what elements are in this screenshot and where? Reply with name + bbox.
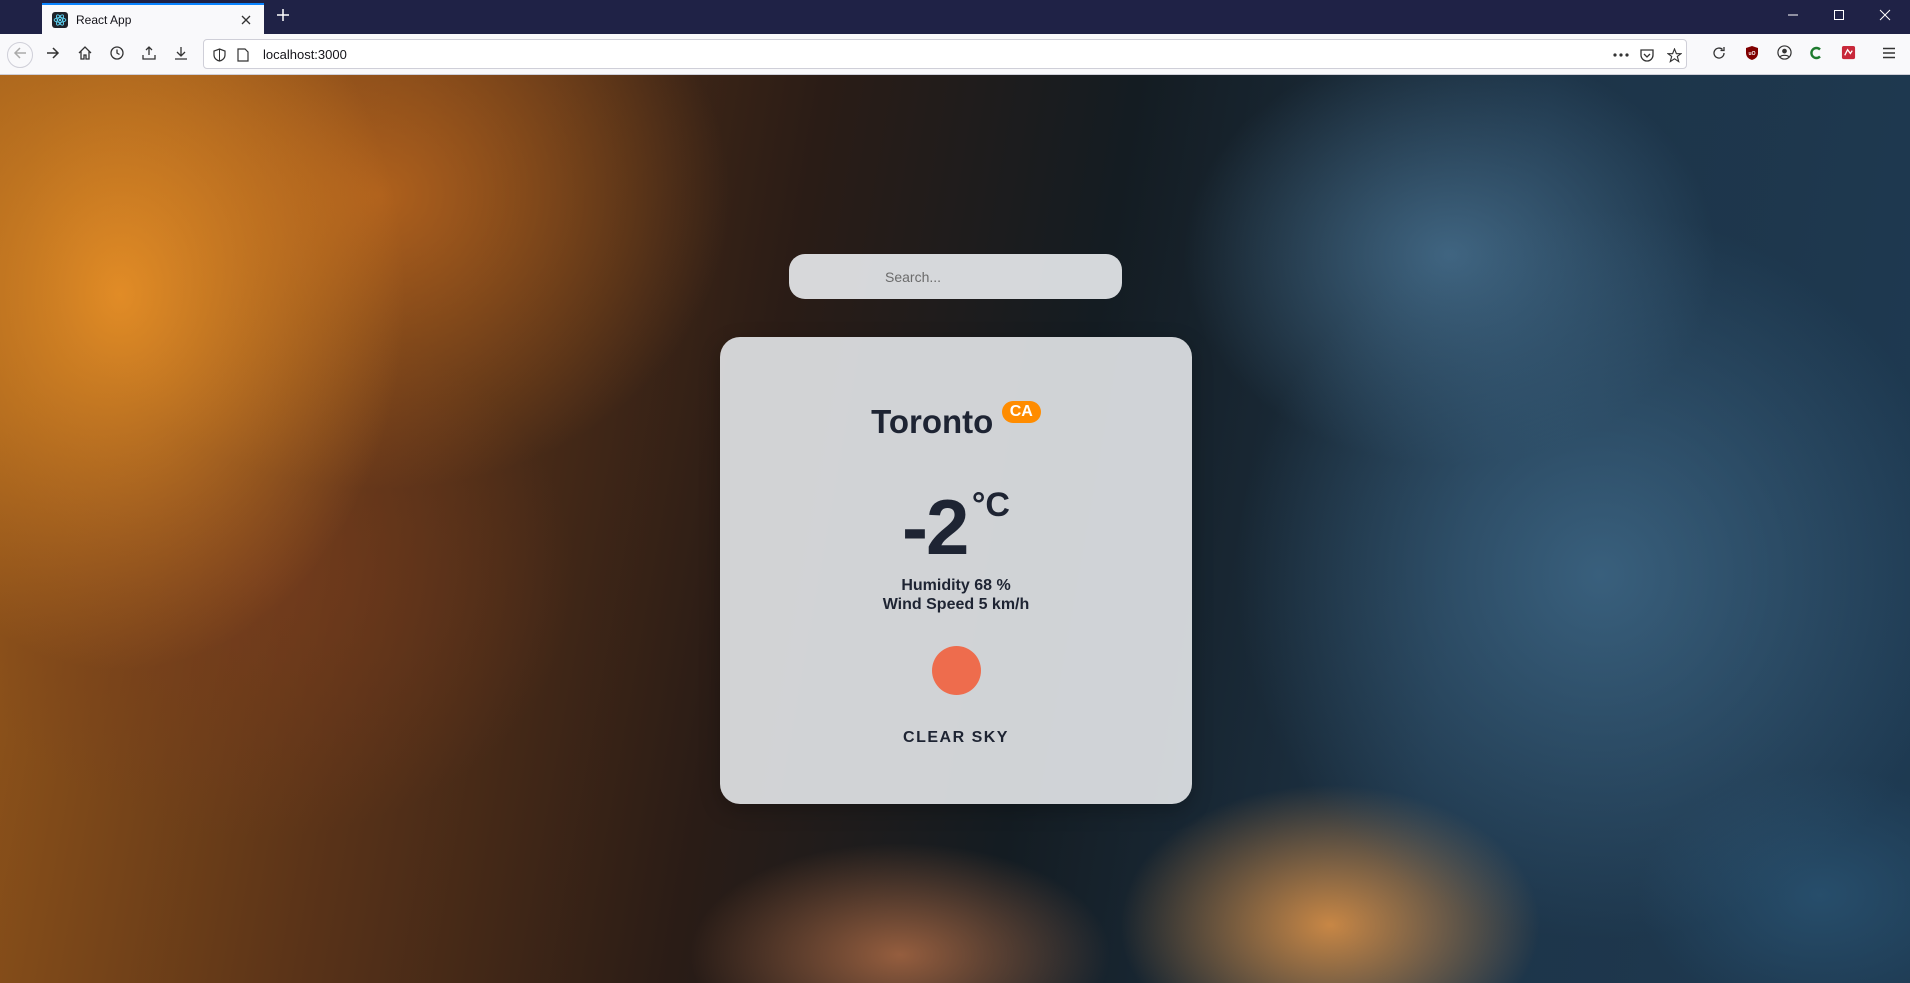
close-icon[interactable] [238, 12, 254, 28]
forward-button[interactable] [40, 42, 66, 68]
page-background: Toronto CA -2 °C Humidity 68 % Wind Spee… [0, 75, 1910, 983]
new-tab-button[interactable] [272, 6, 294, 28]
back-button[interactable] [7, 42, 33, 68]
account-button[interactable] [1771, 42, 1797, 68]
navigation-toolbar: localhost:3000 uO [0, 34, 1910, 75]
downloads-button[interactable] [168, 42, 194, 68]
url-text[interactable]: localhost:3000 [263, 47, 347, 62]
minimize-button[interactable] [1770, 0, 1816, 34]
humidity-text: Humidity 68 % [901, 577, 1011, 594]
minimize-icon [1787, 8, 1799, 26]
reload-button[interactable] [1706, 42, 1732, 68]
library-button[interactable] [136, 42, 162, 68]
weather-card: Toronto CA -2 °C Humidity 68 % Wind Spee… [720, 337, 1192, 804]
account-icon [1776, 45, 1792, 65]
extension-c-icon [1809, 46, 1823, 65]
city-name: Toronto [871, 403, 994, 440]
sun-icon [932, 646, 981, 695]
ublock-icon: uO [1745, 45, 1759, 66]
arrow-right-icon [46, 46, 60, 65]
close-window-icon [1879, 8, 1891, 26]
history-button[interactable] [104, 42, 130, 68]
temperature-unit: °C [971, 486, 1010, 524]
ellipsis-icon[interactable] [1612, 46, 1630, 64]
home-icon [78, 45, 92, 65]
tab-react-app[interactable]: React App [42, 3, 264, 34]
menu-button[interactable] [1876, 42, 1902, 68]
title-bar: React App [0, 0, 1910, 34]
tab-title: React App [76, 12, 132, 27]
country-badge: CA [1001, 401, 1041, 423]
react-icon [52, 11, 68, 28]
search-input[interactable] [789, 254, 1122, 299]
maximize-icon [1833, 8, 1845, 26]
location-row: Toronto CA [720, 401, 1192, 441]
svg-text:uO: uO [1749, 51, 1756, 57]
weather-description: CLEAR SKY [903, 729, 1009, 746]
maximize-button[interactable] [1816, 0, 1862, 34]
pocket-icon[interactable] [1638, 46, 1656, 64]
plus-icon [276, 8, 290, 27]
home-button[interactable] [72, 42, 98, 68]
ublock-button[interactable]: uO [1739, 42, 1765, 68]
reload-icon [1712, 46, 1726, 65]
wind-speed-text: Wind Speed 5 km/h [882, 596, 1030, 613]
clock-icon [110, 45, 124, 65]
download-icon [174, 46, 188, 65]
library-icon [142, 45, 156, 65]
star-icon[interactable] [1665, 46, 1683, 64]
temperature-value: -2 [902, 483, 969, 571]
shield-icon[interactable] [210, 46, 228, 64]
page-icon[interactable] [234, 46, 252, 64]
hamburger-menu-icon [1882, 46, 1896, 64]
close-window-button[interactable] [1862, 0, 1908, 34]
extension-c-button[interactable] [1803, 42, 1829, 68]
extension-icon [1841, 45, 1856, 65]
extension-button[interactable] [1835, 42, 1861, 68]
url-bar[interactable]: localhost:3000 [203, 39, 1687, 69]
temperature-row: -2 °C [720, 482, 1192, 573]
arrow-left-icon [13, 46, 27, 65]
